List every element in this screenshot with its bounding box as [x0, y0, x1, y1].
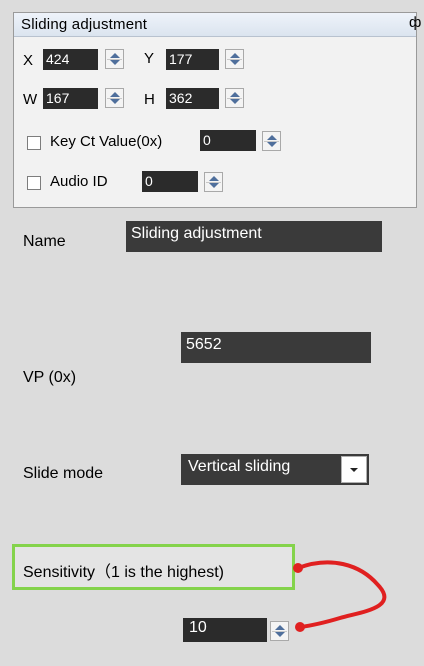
annotation-dot-end	[295, 622, 305, 632]
annotation-connector-line	[296, 560, 387, 629]
annotation-dot-start	[293, 563, 303, 573]
annotation-connector	[293, 560, 387, 632]
